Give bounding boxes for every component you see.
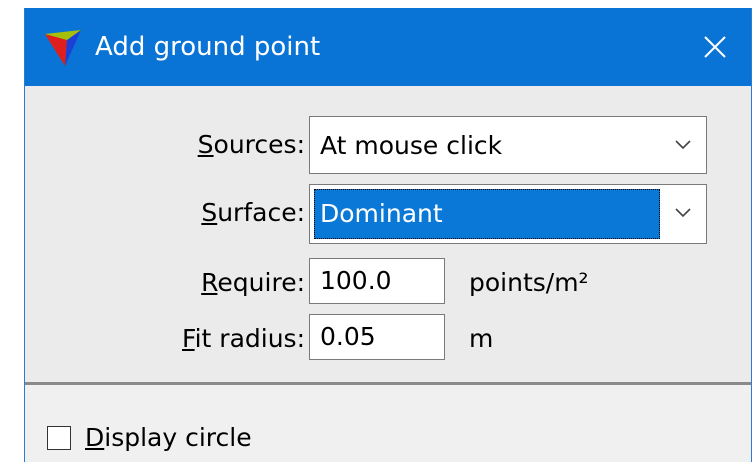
require-unit: points/m² <box>469 268 589 297</box>
chevron-down-icon <box>675 208 691 218</box>
dialog-window: Add ground point Sources: At mouse click… <box>24 8 752 462</box>
window-title: Add ground point <box>95 32 321 62</box>
title-bar[interactable]: Add ground point <box>25 8 751 86</box>
fit-radius-value: 0.05 <box>320 322 376 351</box>
sources-dropdown[interactable]: At mouse click <box>309 116 707 174</box>
fit-radius-unit: m <box>469 324 494 353</box>
surface-value: Dominant <box>320 199 443 228</box>
fit-radius-input[interactable]: 0.05 <box>309 314 445 360</box>
close-button[interactable] <box>689 22 741 72</box>
display-circle-checkbox[interactable] <box>47 426 71 450</box>
surface-dropdown[interactable]: Dominant <box>309 184 707 244</box>
display-circle-label[interactable]: Display circle <box>85 421 252 455</box>
app-icon <box>45 30 81 66</box>
surface-label: Surface: <box>201 198 305 227</box>
sources-value: At mouse click <box>320 131 503 160</box>
require-input[interactable]: 100.0 <box>309 258 445 304</box>
fit-radius-label: Fit radius: <box>182 324 305 353</box>
sources-label: Sources: <box>197 130 305 159</box>
close-icon <box>704 36 726 58</box>
require-value: 100.0 <box>320 266 392 295</box>
chevron-down-icon <box>675 140 691 150</box>
options-area: Display circle <box>25 385 751 462</box>
require-label: Require: <box>201 268 305 297</box>
dialog-body: Sources: At mouse click Surface: Dominan… <box>25 86 751 382</box>
